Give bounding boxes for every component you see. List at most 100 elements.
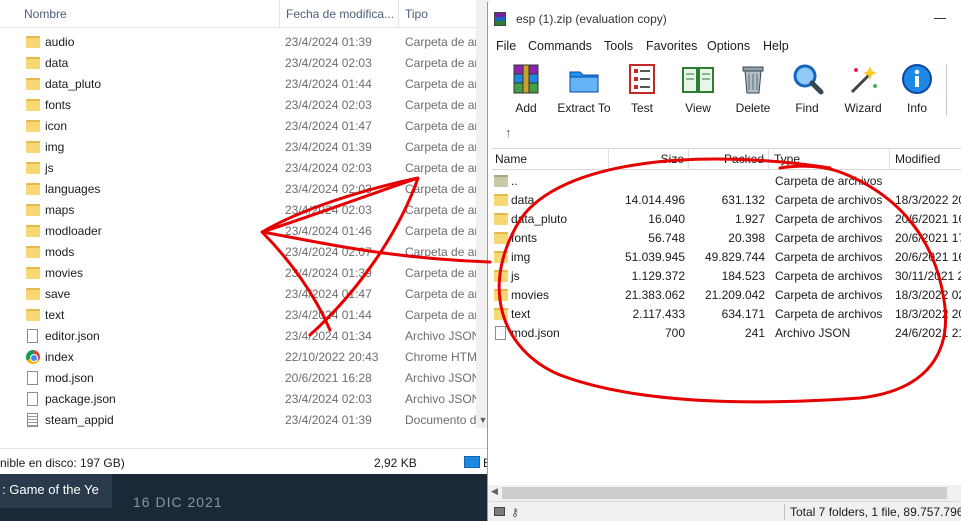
- explorer-row[interactable]: audio23/4/2024 01:39Carpeta de archivos: [0, 32, 490, 53]
- toolbar-label: Extract To: [557, 101, 611, 115]
- archive-row[interactable]: js 1.129.372 184.523 Carpeta de archivos 30/…: [492, 267, 961, 286]
- archive-item-modified: 20/6/2021 16:: [895, 212, 961, 226]
- menu-favorites[interactable]: Favorites: [646, 39, 697, 53]
- extract-to-button[interactable]: Extract To: [555, 60, 613, 118]
- scrollbar-thumb[interactable]: [502, 487, 947, 499]
- file-date: 23/4/2024 01:39: [285, 266, 372, 280]
- archive-row[interactable]: mod.json 700 241 Archivo JSON 24/6/2021 21:: [492, 324, 961, 343]
- find-button[interactable]: Find: [778, 60, 836, 118]
- key-icon[interactable]: ⚷: [511, 506, 519, 519]
- archive-item-type: Carpeta de archivos: [775, 250, 883, 264]
- release-date: 16 DIC 2021: [133, 494, 223, 510]
- view-button[interactable]: View: [669, 60, 727, 118]
- winrar-window: esp (1).zip (evaluation copy) File Comman…: [487, 2, 961, 521]
- archive-item-type: Carpeta de archivos: [775, 212, 883, 226]
- column-date-modified[interactable]: Fecha de modifica...: [279, 0, 397, 28]
- chrome-icon: [26, 350, 40, 364]
- file-date: 23/4/2024 01:39: [285, 140, 372, 154]
- explorer-row[interactable]: package.json 23/4/2024 02:03 Archivo JSON: [0, 389, 490, 410]
- archive-row[interactable]: movies 21.383.062 21.209.042 Carpeta de arc…: [492, 286, 961, 305]
- info-button[interactable]: Info: [888, 60, 946, 118]
- file-date: 23/4/2024 02:03: [285, 203, 372, 217]
- menu-bar: File Commands Tools Favorites Options Help: [488, 36, 961, 56]
- add-button[interactable]: Add: [497, 60, 555, 118]
- explorer-row[interactable]: data23/4/2024 02:03Carpeta de archivos: [0, 53, 490, 74]
- test-checklist-icon: [625, 62, 659, 96]
- file-name: fonts: [45, 98, 72, 112]
- toolbar-label: Wizard: [844, 101, 882, 115]
- menu-file[interactable]: File: [496, 39, 516, 53]
- explorer-row[interactable]: js23/4/2024 02:03Carpeta de archivos: [0, 158, 490, 179]
- archive-item-size: 56.748: [648, 231, 685, 245]
- toolbar: Add Extract To Test View Delete Find Wizard Inf…: [488, 56, 961, 120]
- menu-tools[interactable]: Tools: [604, 39, 633, 53]
- monitor-icon: [464, 456, 480, 468]
- archive-item-type: Carpeta de archivos: [775, 193, 883, 207]
- archive-row[interactable]: img 51.039.945 49.829.744 Carpeta de archiv…: [492, 248, 961, 267]
- explorer-row[interactable]: mods23/4/2024 02:07Carpeta de archivos: [0, 242, 490, 263]
- archive-row[interactable]: data_pluto 16.040 1.927 Carpeta de archivos…: [492, 210, 961, 229]
- explorer-row[interactable]: languages23/4/2024 02:03Carpeta de archi…: [0, 179, 490, 200]
- scroll-left-arrow-icon[interactable]: ◀: [491, 486, 498, 497]
- wizard-button[interactable]: Wizard: [834, 60, 892, 118]
- file-icon: [495, 326, 506, 340]
- explorer-row[interactable]: img23/4/2024 01:39Carpeta de archivos: [0, 137, 490, 158]
- test-button[interactable]: Test: [613, 60, 671, 118]
- folder-icon: [26, 120, 40, 132]
- archive-item-packed: 49.829.744: [704, 250, 765, 264]
- folder-icon: [494, 308, 508, 320]
- folder-icon: [26, 204, 40, 216]
- archive-item-name: movies: [511, 288, 550, 302]
- column-packed[interactable]: Packed: [689, 149, 769, 170]
- delete-button[interactable]: Delete: [724, 60, 782, 118]
- menu-commands[interactable]: Commands: [528, 39, 592, 53]
- archive-item-packed: 21.209.042: [704, 288, 765, 302]
- file-name: steam_appid: [45, 413, 114, 427]
- explorer-row[interactable]: data_pluto23/4/2024 01:44Carpeta de arch…: [0, 74, 490, 95]
- toolbar-label: Test: [630, 101, 653, 115]
- file-name: js: [45, 161, 54, 175]
- explorer-row[interactable]: save23/4/2024 01:47Carpeta de archivos: [0, 284, 490, 305]
- archive-column-header: Name Size Packed Type Modified: [492, 148, 961, 170]
- file-date: 23/4/2024 01:47: [285, 287, 372, 301]
- explorer-row[interactable]: index 22/10/2022 20:43 Chrome HTML: [0, 347, 490, 368]
- archive-row[interactable]: data 14.014.496 631.132 Carpeta de archivos…: [492, 191, 961, 210]
- explorer-row[interactable]: maps23/4/2024 02:03Carpeta de archivos: [0, 200, 490, 221]
- column-modified[interactable]: Modified: [890, 149, 961, 170]
- explorer-row[interactable]: modloader23/4/2024 01:46Carpeta de archi…: [0, 221, 490, 242]
- archive-item-packed: 241: [744, 326, 765, 340]
- up-arrow-icon[interactable]: ↑: [505, 125, 512, 140]
- explorer-row[interactable]: fonts23/4/2024 02:03Carpeta de archivos: [0, 95, 490, 116]
- text-file-icon: [27, 413, 38, 427]
- archive-row[interactable]: fonts 56.748 20.398 Carpeta de archivos 20/6…: [492, 229, 961, 248]
- toolbar-label: View: [685, 101, 711, 115]
- explorer-row[interactable]: steam_appid23/4/2024 01:39Documento de t…: [0, 410, 490, 431]
- drive-icon[interactable]: [494, 507, 505, 516]
- column-name[interactable]: Name: [492, 149, 609, 170]
- archive-item-name: mod.json: [511, 326, 560, 340]
- menu-help[interactable]: Help: [763, 39, 789, 53]
- archive-horizontal-scrollbar[interactable]: ◀: [488, 485, 961, 501]
- winrar-title-bar[interactable]: esp (1).zip (evaluation copy): [488, 2, 961, 36]
- extract-folder-icon: [567, 62, 601, 96]
- column-type[interactable]: Type: [769, 149, 890, 170]
- file-date: 22/10/2022 20:43: [285, 350, 379, 364]
- menu-options[interactable]: Options: [707, 39, 750, 53]
- folder-icon: [494, 251, 508, 263]
- explorer-row[interactable]: editor.json 23/4/2024 01:34 Archivo JSON: [0, 326, 490, 347]
- explorer-row[interactable]: movies23/4/2024 01:39Carpeta de archivos: [0, 263, 490, 284]
- trash-icon: [736, 62, 770, 96]
- explorer-row[interactable]: mod.json 20/6/2021 16:28 Archivo JSON: [0, 368, 490, 389]
- column-name[interactable]: Nombre: [18, 0, 278, 28]
- file-name: package.json: [45, 392, 116, 406]
- winrar-app-icon: [494, 12, 506, 26]
- archive-row[interactable]: .. Carpeta de archivos: [492, 172, 961, 191]
- archive-row[interactable]: text 2.117.433 634.171 Carpeta de archivos 1…: [492, 305, 961, 324]
- column-size[interactable]: Size: [609, 149, 689, 170]
- toolbar-label: Add: [515, 101, 537, 115]
- minimize-icon[interactable]: [934, 18, 946, 19]
- archive-item-name: data: [511, 193, 535, 207]
- game-title-button[interactable]: : Game of the Ye: [0, 474, 112, 508]
- explorer-row[interactable]: text23/4/2024 01:44Carpeta de archivos: [0, 305, 490, 326]
- explorer-row[interactable]: icon23/4/2024 01:47Carpeta de archivos: [0, 116, 490, 137]
